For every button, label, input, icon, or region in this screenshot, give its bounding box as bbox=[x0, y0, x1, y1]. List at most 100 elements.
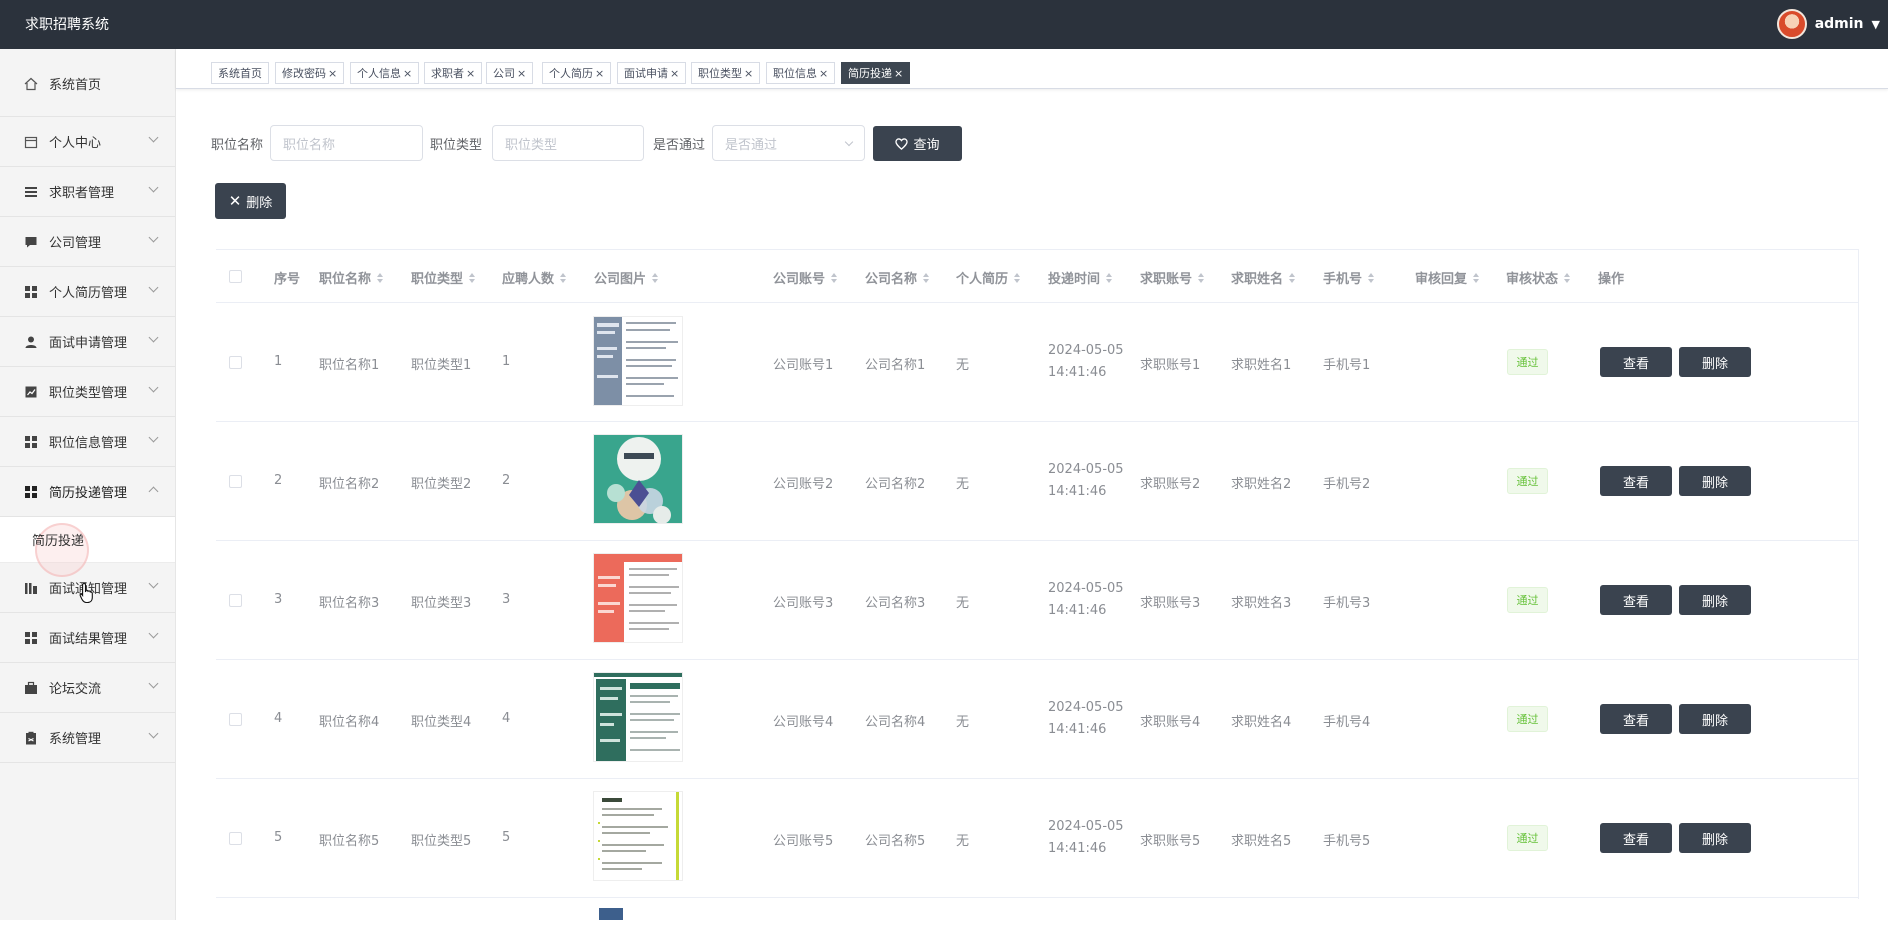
view-button[interactable]: 查看 bbox=[1600, 466, 1672, 496]
sidebar-item-interview-applications[interactable]: 面试申请管理 bbox=[0, 317, 175, 367]
close-icon[interactable]: × bbox=[894, 67, 903, 80]
delete-button[interactable]: 删除 bbox=[1679, 466, 1751, 496]
col-phone[interactable]: 手机号 bbox=[1323, 268, 1375, 287]
tab-label: 面试申请 bbox=[624, 67, 668, 80]
tab-job-seeker[interactable]: 求职者 × bbox=[424, 62, 483, 84]
company-image[interactable] bbox=[593, 791, 683, 881]
sort-icon[interactable] bbox=[831, 272, 838, 283]
cell-job-name: 职位名称3 bbox=[319, 596, 380, 611]
close-icon[interactable]: × bbox=[670, 67, 679, 80]
close-icon[interactable]: × bbox=[328, 67, 337, 80]
sidebar-item-job-seekers[interactable]: 求职者管理 bbox=[0, 167, 175, 217]
job-name-input[interactable]: 职位名称 bbox=[270, 125, 423, 161]
sort-icon[interactable] bbox=[652, 272, 659, 283]
company-image[interactable] bbox=[593, 553, 683, 643]
batch-delete-button[interactable]: ✕ 删除 bbox=[215, 183, 286, 219]
close-icon[interactable]: × bbox=[517, 67, 526, 80]
tab-job-info[interactable]: 职位信息 × bbox=[766, 62, 836, 84]
col-company-name[interactable]: 公司名称 bbox=[865, 268, 930, 287]
view-button[interactable]: 查看 bbox=[1600, 823, 1672, 853]
table-row: 5 职位名称5 职位类型5 5 公司账号5 公司名称5 无 2024-05-05… bbox=[216, 779, 1858, 898]
close-icon[interactable]: × bbox=[595, 67, 604, 80]
avatar[interactable] bbox=[1776, 9, 1807, 39]
delete-button[interactable]: 删除 bbox=[1679, 823, 1751, 853]
query-button[interactable]: 查询 bbox=[873, 126, 962, 161]
view-button[interactable]: 查看 bbox=[1600, 585, 1672, 615]
row-checkbox[interactable] bbox=[229, 832, 242, 845]
passed-select[interactable]: 是否通过 bbox=[712, 125, 865, 161]
username[interactable]: admin bbox=[1815, 16, 1864, 32]
tab-change-password[interactable]: 修改密码 × bbox=[275, 62, 345, 84]
tab-resume-delivery[interactable]: 简历投递 × bbox=[841, 62, 911, 84]
tab-personal-info[interactable]: 个人信息 × bbox=[350, 62, 420, 84]
cell-company-name: 公司名称3 bbox=[865, 596, 926, 611]
col-job-type[interactable]: 职位类型 bbox=[411, 268, 476, 287]
company-image[interactable] bbox=[599, 908, 623, 920]
row-checkbox[interactable] bbox=[229, 356, 242, 369]
user-menu[interactable]: admin ▼ bbox=[1776, 8, 1880, 40]
sidebar-item-system[interactable]: 系统管理 bbox=[0, 713, 175, 763]
sidebar-item-home[interactable]: 系统首页 bbox=[0, 49, 175, 117]
sort-icon[interactable] bbox=[560, 272, 567, 283]
row-checkbox[interactable] bbox=[229, 713, 242, 726]
sort-icon[interactable] bbox=[1473, 272, 1480, 283]
sidebar-item-resume-delivery[interactable]: 简历投递管理 bbox=[0, 467, 175, 517]
company-image[interactable] bbox=[593, 316, 683, 406]
row-checkbox[interactable] bbox=[229, 594, 242, 607]
select-all-checkbox[interactable] bbox=[229, 270, 242, 283]
view-button[interactable]: 查看 bbox=[1600, 347, 1672, 377]
tab-label: 个人信息 bbox=[357, 67, 401, 80]
tab-interview-application[interactable]: 面试申请 × bbox=[617, 62, 687, 84]
sort-icon[interactable] bbox=[377, 272, 384, 283]
sort-icon[interactable] bbox=[1014, 272, 1021, 283]
sort-icon[interactable] bbox=[1106, 272, 1113, 283]
sort-icon[interactable] bbox=[1198, 272, 1205, 283]
close-icon[interactable]: × bbox=[744, 67, 753, 80]
sidebar-item-resumes[interactable]: 个人简历管理 bbox=[0, 267, 175, 317]
col-delivery-time[interactable]: 投递时间 bbox=[1048, 268, 1113, 287]
sort-icon[interactable] bbox=[923, 272, 930, 283]
tab-home[interactable]: 系统首页 bbox=[211, 62, 269, 84]
view-button[interactable]: 查看 bbox=[1600, 704, 1672, 734]
sidebar-item-forum[interactable]: 论坛交流 bbox=[0, 663, 175, 713]
delete-button[interactable]: 删除 bbox=[1679, 704, 1751, 734]
company-image[interactable] bbox=[593, 434, 683, 524]
sort-icon[interactable] bbox=[1368, 272, 1375, 283]
col-review-reply[interactable]: 审核回复 bbox=[1415, 268, 1480, 287]
sidebar-item-job-info[interactable]: 职位信息管理 bbox=[0, 417, 175, 467]
tab-label: 职位信息 bbox=[773, 67, 817, 80]
close-icon[interactable]: × bbox=[403, 67, 412, 80]
col-resume[interactable]: 个人简历 bbox=[956, 268, 1021, 287]
col-company-account[interactable]: 公司账号 bbox=[773, 268, 838, 287]
cell-job-name: 职位名称2 bbox=[319, 477, 380, 492]
sort-icon[interactable] bbox=[1564, 272, 1571, 283]
col-applicants[interactable]: 应聘人数 bbox=[502, 268, 567, 287]
sidebar-subitem-resume-delivery[interactable]: 简历投递 bbox=[0, 517, 175, 577]
cell-seeker-name: 求职姓名4 bbox=[1231, 715, 1292, 730]
job-type-input[interactable]: 职位类型 bbox=[492, 125, 644, 161]
sidebar-item-personal-center[interactable]: 个人中心 bbox=[0, 117, 175, 167]
tab-resume[interactable]: 个人简历 × bbox=[542, 62, 612, 84]
sidebar-item-interview-results[interactable]: 面试结果管理 bbox=[0, 613, 175, 663]
col-job-name[interactable]: 职位名称 bbox=[319, 268, 384, 287]
company-image[interactable] bbox=[593, 672, 683, 762]
sidebar-item-job-types[interactable]: 职位类型管理 bbox=[0, 367, 175, 417]
close-icon[interactable]: × bbox=[466, 67, 475, 80]
caret-down-icon[interactable]: ▼ bbox=[1872, 18, 1880, 31]
sort-icon[interactable] bbox=[469, 272, 476, 283]
passed-placeholder: 是否通过 bbox=[725, 137, 778, 153]
close-icon[interactable]: × bbox=[819, 67, 828, 80]
tab-company[interactable]: 公司 × bbox=[486, 62, 534, 84]
col-company-image[interactable]: 公司图片 bbox=[594, 268, 659, 287]
col-review-status[interactable]: 审核状态 bbox=[1506, 268, 1571, 287]
col-seeker-name[interactable]: 求职姓名 bbox=[1231, 268, 1296, 287]
delete-button[interactable]: 删除 bbox=[1679, 585, 1751, 615]
home-icon bbox=[24, 77, 38, 91]
col-seeker-account[interactable]: 求职账号 bbox=[1140, 268, 1205, 287]
sidebar-item-companies[interactable]: 公司管理 bbox=[0, 217, 175, 267]
tab-job-type[interactable]: 职位类型 × bbox=[691, 62, 761, 84]
sort-icon[interactable] bbox=[1289, 272, 1296, 283]
delete-button[interactable]: 删除 bbox=[1679, 347, 1751, 377]
col-label: 职位名称 bbox=[319, 272, 372, 287]
row-checkbox[interactable] bbox=[229, 475, 242, 488]
